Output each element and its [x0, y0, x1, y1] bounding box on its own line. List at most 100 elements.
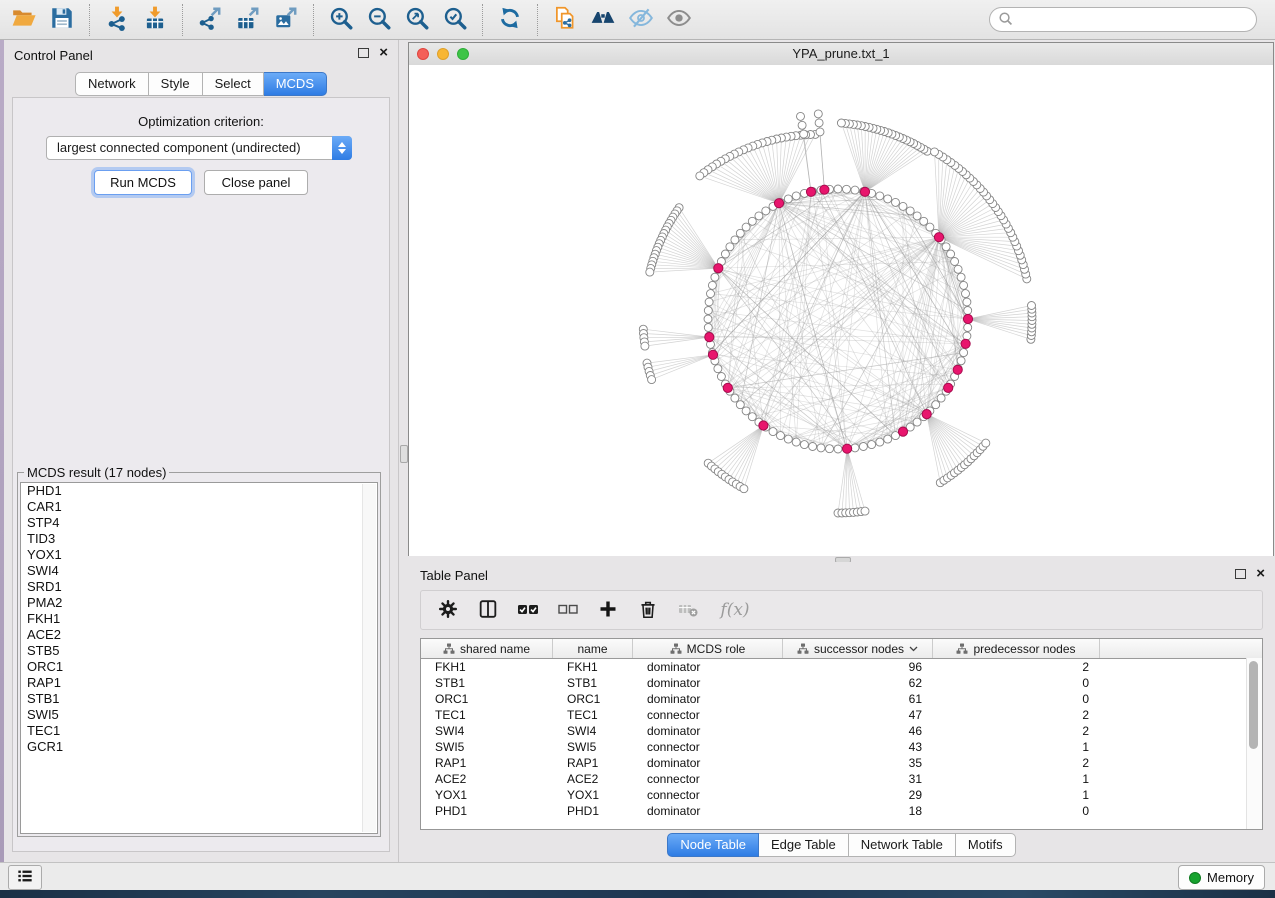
table-row[interactable]: STB1STB1dominator620 [421, 675, 1262, 691]
close-panel-icon[interactable]: × [1256, 568, 1265, 580]
float-panel-icon[interactable] [358, 48, 369, 58]
clone-network-button[interactable] [547, 4, 583, 36]
network-node [711, 273, 719, 281]
table-options-button[interactable] [433, 595, 463, 625]
network-node [843, 185, 851, 193]
checked-boxes-icon [516, 597, 540, 624]
mcds-result-item[interactable]: SWI4 [21, 563, 377, 579]
column-header-mcds-role[interactable]: MCDS role [633, 639, 783, 658]
zoom-in-button[interactable] [323, 4, 359, 36]
criterion-select[interactable]: largest connected component (undirected) [46, 136, 352, 160]
import-table-button[interactable] [137, 4, 173, 36]
column-header-predecessor-nodes[interactable]: predecessor nodes [933, 639, 1100, 658]
tab-motifs[interactable]: Motifs [956, 833, 1016, 857]
delete-column-button[interactable] [633, 595, 663, 625]
mcds-result-list[interactable]: PHD1CAR1STP4TID3YOX1SWI4SRD1PMA2FKH1ACE2… [20, 482, 378, 834]
table-panel: Table Panel × f(x) shared namenameMCDS r… [408, 562, 1275, 862]
open-file-button[interactable] [6, 4, 42, 36]
export-image-button[interactable] [268, 4, 304, 36]
network-node [705, 298, 713, 306]
table-row[interactable]: SWI4SWI4dominator462 [421, 723, 1262, 739]
scrollbar-thumb[interactable] [1249, 661, 1258, 749]
memory-button[interactable]: Memory [1178, 865, 1265, 890]
column-header-shared-name[interactable]: shared name [421, 639, 553, 658]
tab-network[interactable]: Network [75, 72, 149, 96]
table-row[interactable]: ACE2ACE2connector311 [421, 771, 1262, 787]
mcds-result-item[interactable]: PMA2 [21, 595, 377, 611]
search-input[interactable] [1018, 11, 1248, 28]
mcds-result-item[interactable]: ACE2 [21, 627, 377, 643]
zoom-out-button[interactable] [361, 4, 397, 36]
network-node [884, 195, 892, 203]
tab-edge-table[interactable]: Edge Table [759, 833, 849, 857]
column-header-successor-nodes[interactable]: successor nodes [783, 639, 933, 658]
vertical-splitter[interactable] [399, 40, 408, 862]
table-row[interactable]: PHD1PHD1dominator180 [421, 803, 1262, 819]
select-all-button[interactable] [513, 595, 543, 625]
splitter-grip[interactable] [400, 445, 408, 463]
export-table-button[interactable] [230, 4, 266, 36]
tab-node-table[interactable]: Node Table [667, 833, 759, 857]
export-network-button[interactable] [192, 4, 228, 36]
toggle-columns-button[interactable] [473, 595, 503, 625]
search-icon [998, 11, 1013, 29]
tab-network-table[interactable]: Network Table [849, 833, 956, 857]
mcds-result-item[interactable]: RAP1 [21, 675, 377, 691]
tab-select[interactable]: Select [203, 72, 264, 96]
desktop-edge [0, 890, 1275, 898]
show-all-button[interactable] [661, 4, 697, 36]
create-column-button[interactable] [593, 595, 623, 625]
search-network-button[interactable] [585, 4, 621, 36]
network-node [817, 444, 825, 452]
mcds-result-item[interactable]: STP4 [21, 515, 377, 531]
mcds-result-item[interactable]: TID3 [21, 531, 377, 547]
mcds-result-item[interactable]: TEC1 [21, 723, 377, 739]
graph-nodes[interactable] [639, 110, 1036, 517]
tab-mcds[interactable]: MCDS [264, 72, 327, 96]
network-node [800, 130, 808, 138]
mcds-result-item[interactable]: STB1 [21, 691, 377, 707]
table-row[interactable]: SWI5SWI5connector431 [421, 739, 1262, 755]
table-row[interactable]: YOX1YOX1connector291 [421, 787, 1262, 803]
network-canvas[interactable] [409, 65, 1273, 556]
tab-style[interactable]: Style [149, 72, 203, 96]
mcds-result-item[interactable]: FKH1 [21, 611, 377, 627]
panel-menu-button[interactable] [8, 865, 42, 890]
search-box[interactable] [989, 7, 1257, 32]
mcds-hub-node [961, 339, 970, 348]
mcds-result-item[interactable]: GCR1 [21, 739, 377, 755]
network-node [913, 418, 921, 426]
table-row[interactable]: ORC1ORC1dominator610 [421, 691, 1262, 707]
table-scrollbar[interactable] [1246, 658, 1262, 829]
mcds-result-item[interactable]: YOX1 [21, 547, 377, 563]
deselect-all-button[interactable] [553, 595, 583, 625]
import-network-icon [104, 5, 130, 34]
save-session-button[interactable] [44, 4, 80, 36]
zoom-selected-button[interactable] [437, 4, 473, 36]
column-header-name[interactable]: name [553, 639, 633, 658]
close-panel-button[interactable]: Close panel [204, 170, 308, 195]
mcds-result-item[interactable]: CAR1 [21, 499, 377, 515]
clone-network-icon [552, 5, 578, 34]
refresh-view-button[interactable] [492, 4, 528, 36]
import-network-button[interactable] [99, 4, 135, 36]
mcds-hub-node [922, 410, 931, 419]
table-row[interactable]: RAP1RAP1dominator352 [421, 755, 1262, 771]
mcds-result-item[interactable]: SWI5 [21, 707, 377, 723]
mcds-result-item[interactable]: ORC1 [21, 659, 377, 675]
table-row[interactable]: TEC1TEC1connector472 [421, 707, 1262, 723]
network-node [868, 441, 876, 449]
list-scrollbar[interactable] [362, 484, 376, 832]
hide-selected-button[interactable] [623, 4, 659, 36]
close-panel-icon[interactable]: × [379, 47, 388, 59]
table-row[interactable]: FKH1FKH1dominator962 [421, 659, 1262, 675]
mcds-result-item[interactable]: STB5 [21, 643, 377, 659]
run-mcds-button[interactable]: Run MCDS [94, 170, 192, 195]
network-node [704, 315, 712, 323]
float-panel-icon[interactable] [1235, 569, 1246, 579]
control-panel-title: Control Panel [14, 48, 93, 63]
zoom-fit-button[interactable] [399, 4, 435, 36]
network-window-titlebar[interactable]: YPA_prune.txt_1 [409, 43, 1273, 66]
mcds-result-item[interactable]: PHD1 [21, 483, 377, 499]
mcds-result-item[interactable]: SRD1 [21, 579, 377, 595]
